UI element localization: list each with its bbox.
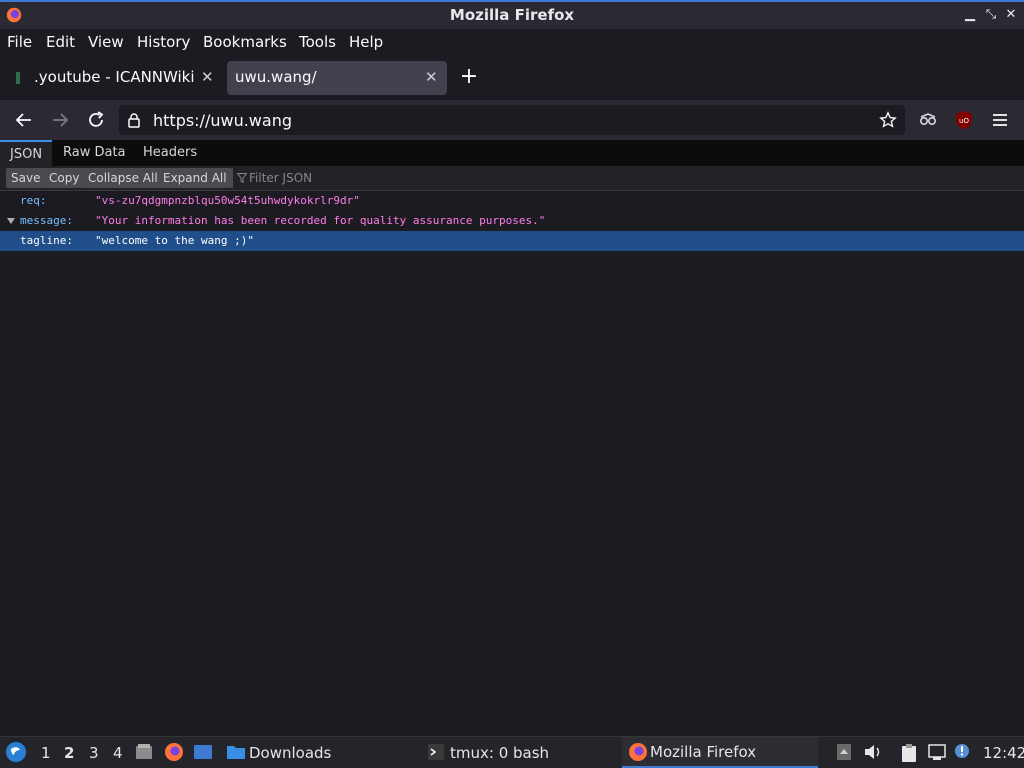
svg-text:uO: uO xyxy=(959,117,969,125)
taskbar-app-label: Mozilla Firefox xyxy=(650,743,757,761)
filter-placeholder: Filter JSON xyxy=(249,171,313,185)
taskbar: 1 2 3 4 Downloads tmux: 0 bash Mozilla F… xyxy=(0,736,1024,768)
menu-view[interactable]: View xyxy=(88,33,124,51)
window-titlebar: Mozilla Firefox ▁ ⤡ ✕ xyxy=(0,0,1024,29)
firefox-launcher-icon[interactable] xyxy=(164,742,184,762)
json-key: message: xyxy=(20,214,73,227)
lock-icon[interactable] xyxy=(127,112,141,128)
json-value: "vs-zu7qdgmpnzblqu50w54t5uhwdykokrlr9dr" xyxy=(95,194,360,207)
firefox-icon xyxy=(629,743,647,761)
copy-button[interactable]: Copy xyxy=(44,168,85,188)
menu-tools[interactable]: Tools xyxy=(299,33,336,51)
expand-toggle-icon[interactable] xyxy=(7,218,15,224)
navigation-toolbar: https://uwu.wang uO xyxy=(0,100,1024,140)
filter-json-input[interactable]: Filter JSON xyxy=(232,168,1022,188)
json-value: "welcome to the wang ;)" xyxy=(95,234,254,247)
json-row-message[interactable]: message: "Your information has been reco… xyxy=(0,211,1024,231)
json-key: req: xyxy=(20,194,47,207)
volume-icon[interactable] xyxy=(863,743,883,761)
new-tab-button[interactable]: + xyxy=(455,64,483,98)
json-viewer-tabs: JSON Raw Data Headers xyxy=(0,140,1024,166)
workspace-1[interactable]: 1 xyxy=(41,744,51,762)
hamburger-menu-icon[interactable] xyxy=(988,108,1012,132)
maximize-button[interactable]: ⤡ xyxy=(983,7,999,23)
window-title: Mozilla Firefox xyxy=(449,6,575,24)
menu-edit[interactable]: Edit xyxy=(46,33,75,51)
minimize-button[interactable]: ▁ xyxy=(962,7,978,23)
menu-help[interactable]: Help xyxy=(349,33,383,51)
tab-uwu-wang[interactable]: uwu.wang/ ✕ xyxy=(227,61,447,95)
workspace-2[interactable]: 2 xyxy=(64,744,74,762)
json-tree: req: "vs-zu7qdgmpnzblqu50w54t5uhwdykokrl… xyxy=(0,191,1024,735)
workspace-4[interactable]: 4 xyxy=(113,744,123,762)
tray-arrow-icon[interactable] xyxy=(836,743,852,761)
tab-title: uwu.wang/ xyxy=(235,68,317,86)
tab-icannwiki[interactable]: .youtube - ICANNWiki ✕ xyxy=(2,61,224,95)
network-icon[interactable] xyxy=(927,743,947,761)
tab-raw-data[interactable]: Raw Data xyxy=(63,145,126,160)
taskbar-app-firefox[interactable]: Mozilla Firefox xyxy=(622,737,818,768)
private-mask-icon[interactable] xyxy=(916,108,940,132)
file-manager-launcher-icon[interactable] xyxy=(134,742,154,762)
menu-file[interactable]: File xyxy=(7,33,32,51)
start-menu-icon[interactable] xyxy=(5,741,27,763)
expand-all-button[interactable]: Expand All xyxy=(158,168,232,188)
taskbar-app-downloads[interactable]: Downloads xyxy=(249,744,331,762)
json-toolbar: Save Copy Collapse All Expand All Filter… xyxy=(0,166,1024,191)
back-icon[interactable] xyxy=(12,108,36,132)
reload-icon[interactable] xyxy=(84,108,108,132)
menu-bar: File Edit View History Bookmarks Tools H… xyxy=(0,29,1024,56)
save-button[interactable]: Save xyxy=(6,168,46,188)
show-desktop-icon[interactable] xyxy=(193,743,213,761)
menu-bookmarks[interactable]: Bookmarks xyxy=(203,33,287,51)
clipboard-icon[interactable] xyxy=(900,743,918,763)
tab-close-icon[interactable]: ✕ xyxy=(425,68,438,86)
json-key: tagline: xyxy=(20,234,73,247)
ublock-origin-icon[interactable]: uO xyxy=(952,108,976,132)
json-row-tagline[interactable]: tagline: "welcome to the wang ;)" xyxy=(0,231,1024,251)
forward-icon[interactable] xyxy=(48,108,72,132)
tab-close-icon[interactable]: ✕ xyxy=(201,68,214,86)
folder-icon xyxy=(227,746,245,759)
collapse-all-button[interactable]: Collapse All xyxy=(83,168,163,188)
close-window-button[interactable]: ✕ xyxy=(1003,7,1019,23)
tab-headers[interactable]: Headers xyxy=(143,145,197,160)
notification-icon[interactable] xyxy=(953,742,971,760)
json-row-req[interactable]: req: "vs-zu7qdgmpnzblqu50w54t5uhwdykokrl… xyxy=(0,191,1024,211)
wiki-favicon-icon xyxy=(16,72,20,84)
menu-history[interactable]: History xyxy=(137,33,190,51)
url-text[interactable]: https://uwu.wang xyxy=(153,111,292,130)
filter-icon xyxy=(237,173,247,183)
bookmark-star-icon[interactable] xyxy=(879,111,897,129)
tab-json[interactable]: JSON xyxy=(0,140,53,166)
workspace-3[interactable]: 3 xyxy=(89,744,99,762)
terminal-icon xyxy=(428,744,444,760)
json-value: "Your information has been recorded for … xyxy=(95,214,546,227)
url-bar[interactable]: https://uwu.wang xyxy=(119,105,905,135)
taskbar-app-tmux[interactable]: tmux: 0 bash xyxy=(450,744,549,762)
tab-title: .youtube - ICANNWiki xyxy=(34,68,195,86)
clock: 12:42 xyxy=(983,744,1024,762)
tab-bar: .youtube - ICANNWiki ✕ uwu.wang/ ✕ + xyxy=(0,56,1024,100)
